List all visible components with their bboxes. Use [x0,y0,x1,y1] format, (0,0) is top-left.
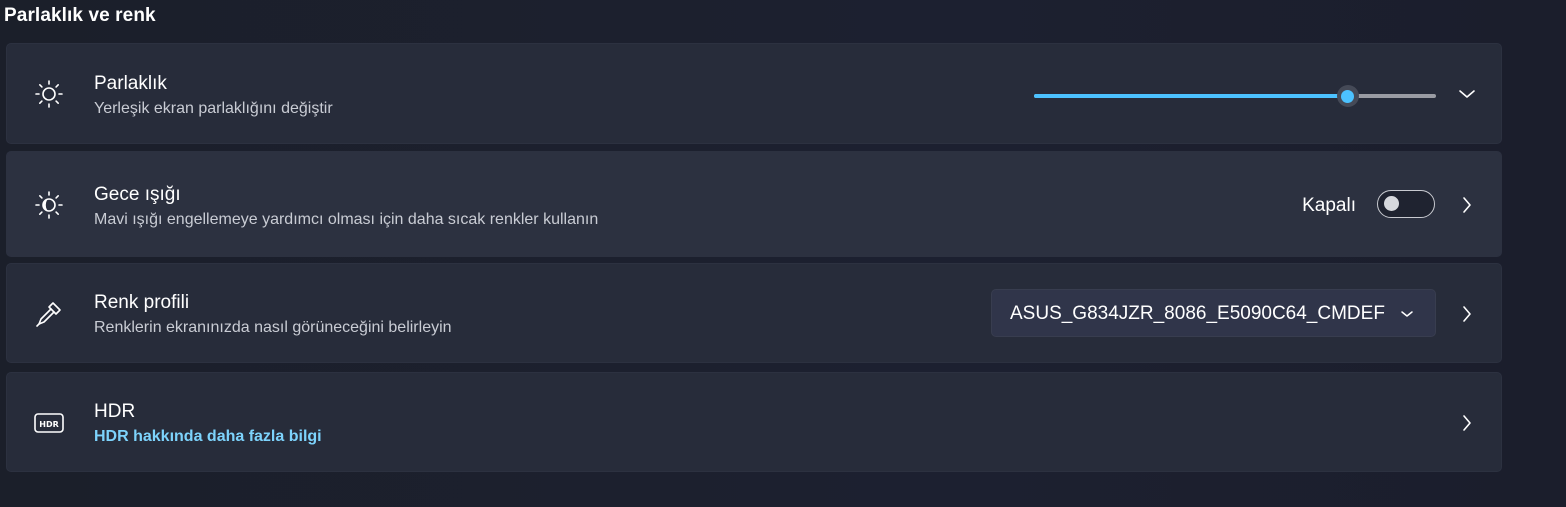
brightness-subtitle: Yerleşik ekran parlaklığını değiştir [94,100,333,117]
color-profile-subtitle: Renklerin ekranınızda nasıl görüneceğini… [94,319,452,336]
chevron-down-icon[interactable] [1457,84,1477,104]
section-title: Parlaklık ve renk [4,5,156,26]
chevron-down-icon [1397,304,1417,324]
brightness-title: Parlaklık [94,73,167,94]
color-profile-dropdown[interactable]: ASUS_G834JZR_8086_E5090C64_CMDEF [991,289,1436,337]
hdr-title: HDR [94,401,136,422]
color-profile-selected: ASUS_G834JZR_8086_E5090C64_CMDEF [1010,303,1385,324]
night-light-title: Gece ışığı [94,184,181,205]
toggle-knob [1384,196,1399,211]
brightness-card[interactable]: Parlaklık Yerleşik ekran parlaklığını de… [6,43,1502,144]
chevron-right-icon[interactable] [1457,413,1477,433]
hdr-icon: HDR [33,407,65,439]
svg-text:HDR: HDR [39,420,59,429]
chevron-right-icon[interactable] [1457,195,1477,215]
hdr-card[interactable]: HDR HDR HDR hakkında daha fazla bilgi [6,372,1502,472]
eyedropper-icon [33,298,65,330]
color-profile-title: Renk profili [94,292,190,313]
night-light-card[interactable]: Gece ışığı Mavi ışığı engellemeye yardım… [6,151,1502,257]
night-light-subtitle: Mavi ışığı engellemeye yardımcı olması i… [94,211,599,228]
night-light-state-label: Kapalı [1302,195,1356,216]
chevron-right-icon[interactable] [1457,304,1477,324]
night-light-icon [33,189,65,221]
slider-thumb[interactable] [1336,85,1359,107]
night-light-toggle[interactable] [1377,190,1435,218]
hdr-info-link[interactable]: HDR hakkında daha fazla bilgi [94,428,322,446]
slider-fill [1034,94,1348,98]
sun-icon [33,78,65,110]
color-profile-card[interactable]: Renk profili Renklerin ekranınızda nasıl… [6,263,1502,363]
brightness-slider[interactable] [1034,85,1436,107]
